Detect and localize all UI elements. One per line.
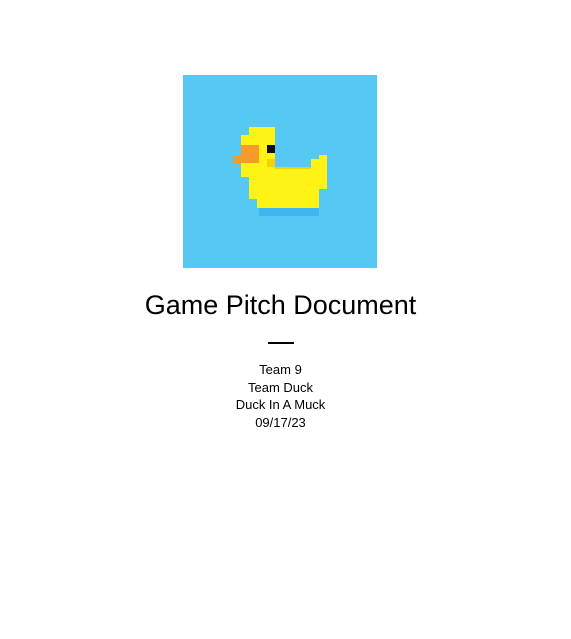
title-divider — [268, 342, 294, 344]
game-logo — [183, 75, 377, 268]
team-number: Team 9 — [259, 362, 302, 377]
cover-page: Game Pitch Document Team 9 Team Duck Duc… — [0, 0, 571, 639]
game-title: Duck In A Muck — [235, 397, 326, 412]
document-meta: Team 9 Team Duck Duck In A Muck 09/17/23 — [0, 361, 561, 431]
document-date: 09/17/23 — [255, 414, 306, 430]
pixel-rubber-duck-icon — [183, 75, 377, 268]
team-name: Team Duck — [247, 379, 314, 395]
document-title: Game Pitch Document — [144, 290, 417, 320]
